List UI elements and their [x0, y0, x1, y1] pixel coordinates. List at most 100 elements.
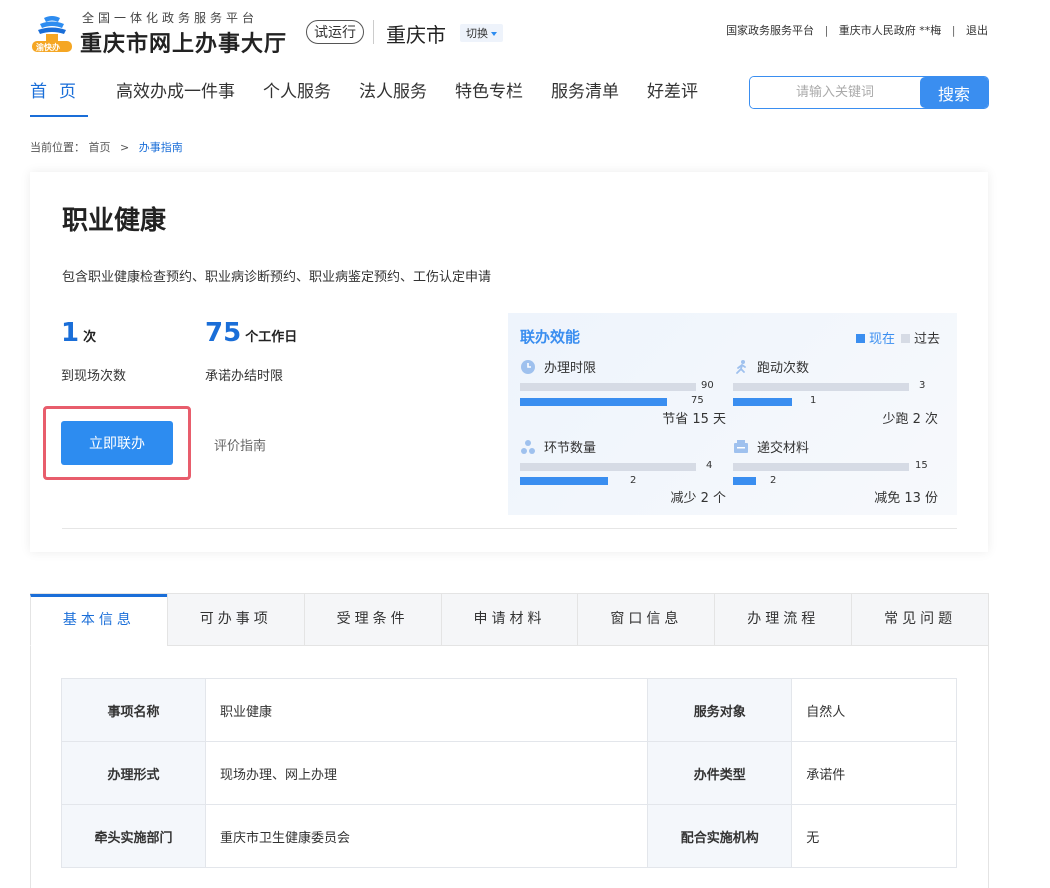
metric-bar-now [520, 477, 608, 485]
field-label: 服务对象 [647, 678, 793, 742]
legend-now-label: 现在 [869, 332, 896, 347]
metric-materials: 递交材料 [733, 437, 809, 456]
evaluation-guide-link[interactable]: 评价指南 [214, 435, 266, 454]
metric-bar-past [733, 383, 909, 391]
tab-process[interactable]: 办理流程 [714, 594, 852, 646]
runner-icon [736, 359, 746, 374]
current-city: 重庆市 [386, 23, 446, 47]
site-logo-icon[interactable]: 渝快办 [30, 14, 74, 54]
breadcrumb-separator: > [120, 141, 130, 154]
metric-bar-past [733, 463, 909, 471]
legend-past-label: 过去 [914, 332, 941, 347]
metric-summary: 少跑 2 次 [882, 412, 938, 427]
platform-subtitle: 全国一体化政务服务平台 [82, 11, 259, 25]
metric-now-value: 1 [810, 395, 817, 406]
breadcrumb-home[interactable]: 首页 [89, 141, 111, 154]
card-divider [62, 528, 957, 529]
field-value: 现场办理、网上办理 [204, 741, 649, 805]
stat-visits-value: 1 [61, 318, 80, 348]
stat-time-limit-value: 75 [205, 318, 242, 348]
metric-now-value: 2 [770, 475, 777, 486]
field-value: 无 [791, 804, 957, 868]
search-box: 搜索 [749, 76, 989, 109]
metric-time-limit: 办理时限 [520, 357, 596, 376]
stat-visits-unit: 次 [83, 330, 97, 345]
city-switch-button[interactable]: 切换 [460, 24, 503, 42]
metric-bar-past [520, 463, 696, 471]
city-switch-label: 切换 [466, 27, 488, 40]
metric-label: 环节数量 [544, 441, 597, 456]
tab-application-materials[interactable]: 申请材料 [440, 594, 578, 646]
metric-bar-past [520, 383, 696, 391]
clock-icon [521, 359, 535, 374]
page-title: 职业健康 [62, 206, 167, 236]
metric-now-value: 75 [691, 395, 704, 406]
nav-item-legal-entity[interactable]: 法人服务 [359, 80, 427, 117]
stat-visits: 1次 [61, 318, 96, 348]
metric-label: 跑动次数 [757, 361, 810, 376]
national-platform-link[interactable]: 国家政务服务平台 [726, 24, 814, 37]
field-label: 配合实施机构 [647, 804, 793, 868]
service-description: 包含职业健康检查预约、职业病诊断预约、职业病鉴定预约、工伤认定申请 [62, 270, 492, 285]
stat-time-limit-label: 承诺办结时限 [205, 369, 284, 384]
tab-acceptance-conditions[interactable]: 受理条件 [303, 594, 441, 646]
nav-item-featured[interactable]: 特色专栏 [455, 80, 523, 117]
metric-label: 递交材料 [757, 441, 810, 456]
top-links: 国家政务服务平台 | 重庆市人民政府 **梅 | 退出 [726, 22, 988, 38]
tab-faq[interactable]: 常见问题 [851, 594, 989, 646]
search-input[interactable] [750, 77, 920, 108]
field-label: 办件类型 [647, 741, 793, 805]
legend-past-swatch [901, 334, 911, 343]
metric-bar-now [733, 398, 792, 406]
link-separator: | [824, 24, 829, 37]
table-row: 事项名称 职业健康 服务对象 自然人 [61, 678, 957, 742]
metric-summary: 减免 13 份 [874, 491, 938, 506]
legend-now-swatch [856, 334, 865, 343]
field-label: 办理形式 [61, 741, 206, 805]
tab-window-info[interactable]: 窗口信息 [577, 594, 715, 646]
efficiency-legend: 现在 过去 [856, 328, 940, 347]
field-label: 牵头实施部门 [61, 804, 206, 868]
nav-item-rating[interactable]: 好差评 [647, 80, 698, 117]
chevron-down-icon [491, 32, 497, 36]
folder-icon [734, 439, 748, 453]
field-value: 重庆市卫生健康委员会 [204, 804, 649, 868]
trial-badge: 试运行 [306, 20, 364, 44]
table-row: 牵头实施部门 重庆市卫生健康委员会 配合实施机构 无 [61, 804, 957, 868]
search-button[interactable]: 搜索 [920, 77, 988, 108]
table-row: 办理形式 现场办理、网上办理 办件类型 承诺件 [61, 741, 957, 805]
apply-now-button[interactable]: 立即联办 [61, 421, 173, 465]
nav-item-one-thing[interactable]: 高效办成一件事 [116, 80, 235, 117]
detail-tabs: 基本信息 可办事项 受理条件 申请材料 窗口信息 办理流程 常见问题 [30, 593, 989, 646]
stat-time-limit-unit: 个工作日 [245, 330, 298, 345]
nav-item-home[interactable]: 首页 [30, 80, 88, 117]
field-value: 承诺件 [791, 741, 957, 805]
logout-link[interactable]: 退出 [966, 24, 988, 37]
site-title[interactable]: 重庆市网上办事大厅 [80, 26, 287, 58]
main-nav: 首页 高效办成一件事 个人服务 法人服务 特色专栏 服务清单 好差评 [30, 80, 726, 117]
stat-time-limit: 75 个工作日 [205, 318, 297, 348]
metric-past-value: 90 [701, 380, 714, 391]
metric-summary: 节省 15 天 [662, 412, 726, 427]
field-label: 事项名称 [61, 678, 206, 742]
nodes-icon [521, 439, 535, 454]
metric-label: 办理时限 [544, 361, 597, 376]
breadcrumb-current: 办事指南 [138, 141, 183, 154]
basic-info-table: 事项名称 职业健康 服务对象 自然人 办理形式 现场办理、网上办理 办件类型 承… [61, 678, 957, 868]
nav-item-personal[interactable]: 个人服务 [263, 80, 331, 117]
field-value: 职业健康 [204, 678, 649, 742]
nav-item-service-list[interactable]: 服务清单 [551, 80, 619, 117]
metric-summary: 减少 2 个 [670, 491, 726, 506]
stat-visits-label: 到现场次数 [61, 369, 127, 384]
metric-steps: 环节数量 [520, 437, 596, 456]
tab-available-items[interactable]: 可办事项 [166, 594, 304, 646]
breadcrumb-prefix: 当前位置： [30, 141, 85, 154]
logo-badge-text: 渝快办 [36, 43, 60, 52]
efficiency-title: 联办效能 [520, 328, 581, 346]
breadcrumb: 当前位置： 首页 > 办事指南 [30, 139, 183, 155]
user-account-link[interactable]: 重庆市人民政府 **梅 [839, 24, 942, 37]
metric-bar-now [520, 398, 667, 406]
link-separator: | [951, 24, 956, 37]
metric-bar-now [733, 477, 756, 485]
tab-basic-info[interactable]: 基本信息 [30, 594, 167, 646]
